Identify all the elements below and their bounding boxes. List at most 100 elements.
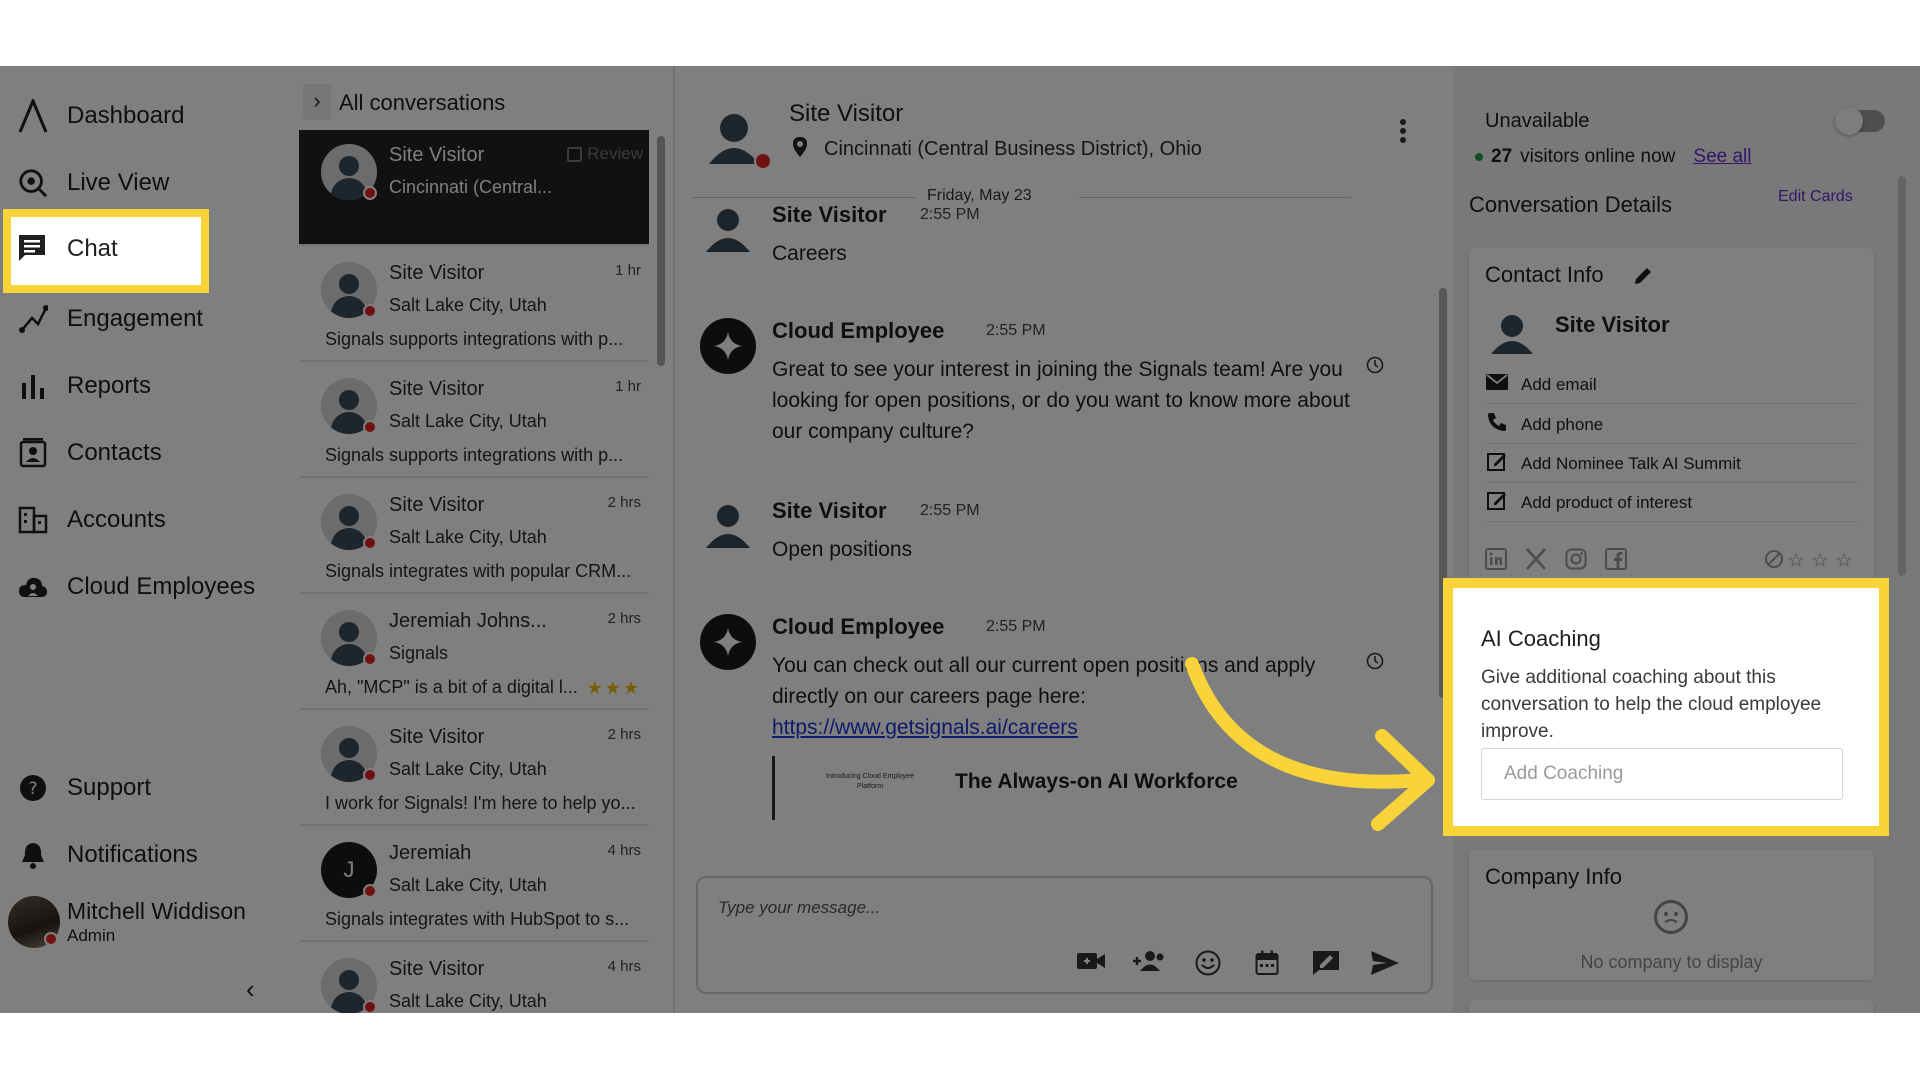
conversation-item[interactable]: Site Visitor Salt Lake City, Utah 1 hr S… [299, 248, 649, 362]
details-scrollbar[interactable] [1898, 176, 1906, 576]
sidebar-item-label: Cloud Employees [67, 573, 256, 600]
note-icon[interactable] [1309, 950, 1343, 982]
conversation-item[interactable]: Site Visitor Salt Lake City, Utah 2 hrs … [299, 480, 649, 594]
conversation-snippet: Signals supports integrations with p... [325, 445, 624, 465]
add-phone-row[interactable]: Add phone [1485, 406, 1857, 444]
chat-icon [17, 233, 47, 268]
online-dot [1475, 153, 1483, 161]
next-card [1469, 1000, 1874, 1013]
sidebar-item-notifications[interactable]: Notifications [0, 827, 297, 883]
conversation-name: Site Visitor [389, 378, 485, 400]
conversation-name: Site Visitor [389, 262, 485, 284]
conversation-filter-title[interactable]: All conversations [339, 90, 505, 116]
bar-chart-icon [18, 371, 48, 401]
company-empty-text: No company to display [1580, 952, 1763, 972]
add-email-row[interactable]: Add email [1485, 366, 1857, 404]
conversation-list-scrollbar[interactable] [657, 136, 665, 366]
sidebar-item-cloud-employees[interactable]: Cloud Employees [0, 559, 297, 615]
chat-panel: Site Visitor Cincinnati (Central Busines… [676, 66, 1453, 1013]
conversation-name: Site Visitor [389, 726, 485, 748]
status-dot [754, 152, 772, 170]
careers-link[interactable]: https://www.getsignals.ai/careers [772, 716, 1078, 739]
sidebar-item-reports[interactable]: Reports [0, 358, 297, 414]
star-outline-icon[interactable]: ☆ [1787, 548, 1805, 573]
cloud-employee-avatar-icon [700, 318, 756, 374]
message-input[interactable] [718, 894, 1408, 922]
app-window: Dashboard Live View Chat Engagement Repo… [0, 66, 1920, 1013]
add-nominee-row[interactable]: Add Nominee Talk AI Summit [1485, 445, 1857, 483]
conversation-location: Salt Lake City, Utah [389, 759, 547, 779]
edit-cards-link[interactable]: Edit Cards [1778, 188, 1853, 206]
contact-row-label: Add email [1521, 374, 1597, 394]
availability-toggle[interactable] [1835, 107, 1885, 135]
collapse-sidebar-button[interactable]: ‹ [246, 974, 255, 1005]
star-outline-icon[interactable]: ☆ [1835, 548, 1853, 573]
add-people-icon[interactable] [1132, 950, 1166, 982]
instagram-icon[interactable] [1565, 548, 1587, 576]
review-checkbox[interactable]: Review [567, 144, 643, 164]
rating-stars: ★★★ [587, 678, 641, 699]
user-name: Mitchell Widdison [67, 898, 246, 924]
star-outline-icon[interactable]: ☆ [1811, 548, 1829, 573]
conversation-snippet: Signals integrates with popular CRM... [325, 561, 632, 581]
conversation-name: Jeremiah [389, 842, 472, 864]
link-preview[interactable]: Introducing Cloud Employee Platform The … [772, 756, 1272, 820]
sidebar-item-contacts[interactable]: Contacts [0, 425, 297, 481]
sidebar-item-label: Reports [67, 372, 152, 399]
video-icon[interactable] [1074, 950, 1108, 982]
expand-filter-button[interactable]: › [303, 84, 331, 120]
conversation-item[interactable]: Site Visitor Salt Lake City, Utah 1 hr S… [299, 364, 649, 478]
ai-coaching-card: AI Coaching Give additional coaching abo… [1443, 578, 1889, 836]
sidebar-item-label: Dashboard [67, 102, 185, 129]
conversation-snippet: Signals supports integrations with p... [325, 329, 624, 349]
status-dot [363, 304, 377, 318]
message-sender: Site Visitor [772, 202, 887, 227]
conversation-item[interactable]: Site Visitor Salt Lake City, Utah 4 hrs [299, 944, 649, 1013]
conversation-location: Salt Lake City, Utah [389, 295, 547, 315]
visitor-avatar-icon [1487, 308, 1537, 363]
message-time: 2:55 PM [986, 322, 1046, 339]
linkedin-icon[interactable] [1485, 548, 1507, 576]
sidebar-item-live-view[interactable]: Live View [0, 155, 297, 211]
help-icon: ? [18, 773, 48, 803]
edit-pencil-icon[interactable] [1633, 266, 1653, 291]
conversation-item[interactable]: Site Visitor Cincinnati (Central... Revi… [299, 130, 649, 246]
message-text: Great to see your interest in joining th… [772, 358, 1350, 443]
sidebar-item-label: Live View [67, 169, 170, 196]
clock-icon [1366, 652, 1384, 675]
chat-label: Chat [67, 235, 118, 262]
conversation-time: 2 hrs [607, 726, 641, 743]
conversation-time: 4 hrs [607, 958, 641, 975]
conversation-item[interactable]: J Jeremiah Salt Lake City, Utah 4 hrs Si… [299, 828, 649, 942]
message-text: You can check out all our current open p… [772, 650, 1372, 743]
sidebar-item-engagement[interactable]: Engagement [0, 291, 297, 347]
facebook-icon[interactable] [1605, 548, 1627, 576]
user-profile[interactable]: Mitchell Widdison Admin [8, 896, 288, 952]
conversation-name: Jeremiah Johns... [389, 610, 547, 632]
sidebar-item-dashboard[interactable]: Dashboard [0, 88, 297, 144]
conversation-time: 1 hr [615, 378, 641, 395]
preview-thumbnail: Introducing Cloud Employee Platform [826, 773, 914, 790]
chat-highlight-frame: Chat [3, 209, 209, 293]
clear-rating-icon[interactable] [1763, 548, 1785, 576]
emoji-icon[interactable] [1191, 950, 1225, 982]
conversation-location: Salt Lake City, Utah [389, 875, 547, 895]
sidebar-item-label: Contacts [67, 439, 162, 466]
message-time: 2:55 PM [986, 618, 1046, 635]
sidebar-item-support[interactable]: ? Support [0, 760, 297, 816]
see-all-link[interactable]: See all [1693, 146, 1751, 168]
send-icon[interactable] [1368, 950, 1402, 982]
more-options-icon[interactable] [1398, 118, 1408, 144]
x-icon[interactable] [1525, 548, 1547, 576]
message-composer [696, 876, 1433, 994]
sidebar-item-label: Support [67, 774, 152, 801]
sidebar-item-accounts[interactable]: Accounts [0, 492, 297, 548]
phone-icon [1485, 412, 1509, 437]
add-coaching-input[interactable] [1481, 748, 1843, 800]
add-product-row[interactable]: Add product of interest [1485, 484, 1857, 522]
conversation-item[interactable]: Site Visitor Salt Lake City, Utah 2 hrs … [299, 712, 649, 826]
conversation-location: Signals [389, 643, 449, 663]
conversation-item[interactable]: Jeremiah Johns... Signals 2 hrs Ah, "MCP… [299, 596, 649, 710]
calendar-icon[interactable] [1250, 950, 1284, 982]
message-time: 2:55 PM [920, 502, 980, 519]
